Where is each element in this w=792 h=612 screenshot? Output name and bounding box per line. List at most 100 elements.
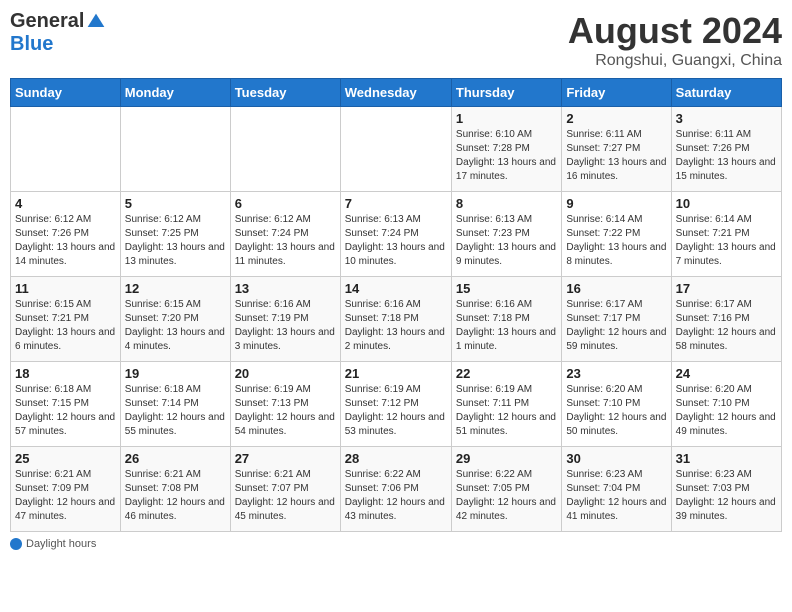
day-number: 15 xyxy=(456,281,557,296)
day-info: Sunrise: 6:17 AM Sunset: 7:17 PM Dayligh… xyxy=(566,298,666,354)
day-info: Sunrise: 6:14 AM Sunset: 7:21 PM Dayligh… xyxy=(676,213,777,269)
calendar-week-row: 18 Sunrise: 6:18 AM Sunset: 7:15 PM Dayli… xyxy=(11,362,782,447)
day-number: 20 xyxy=(235,366,336,381)
day-number: 12 xyxy=(125,281,226,296)
day-number: 29 xyxy=(456,451,557,466)
calendar-cell: 23 Sunrise: 6:20 AM Sunset: 7:10 PM Dayli… xyxy=(562,362,671,447)
day-number: 17 xyxy=(676,281,777,296)
calendar-cell: 20Sunrise: 6:19 AM Sunset: 7:13 PM Dayli… xyxy=(230,362,340,447)
calendar-cell: 15 Sunrise: 6:16 AM Sunset: 7:18 PM Dayli… xyxy=(451,277,561,362)
calendar-cell: 10 Sunrise: 6:14 AM Sunset: 7:21 PM Dayli… xyxy=(671,192,781,277)
calendar-week-row: 1Sunrise: 6:10 AM Sunset: 7:28 PM Daylig… xyxy=(11,107,782,192)
calendar-cell: 3 Sunrise: 6:11 AM Sunset: 7:26 PM Daylig… xyxy=(671,107,781,192)
day-info: Sunrise: 6:16 AM Sunset: 7:19 PM Dayligh… xyxy=(235,298,336,354)
day-number: 25 xyxy=(15,451,116,466)
day-info: Sunrise: 6:18 AM Sunset: 7:14 PM Dayligh… xyxy=(125,383,226,439)
day-number: 8 xyxy=(456,196,557,211)
calendar-cell: 24 Sunrise: 6:20 AM Sunset: 7:10 PM Dayli… xyxy=(671,362,781,447)
calendar-cell: 21Sunrise: 6:19 AM Sunset: 7:12 PM Dayli… xyxy=(340,362,451,447)
day-number: 16 xyxy=(566,281,666,296)
day-info: Sunrise: 6:13 AM Sunset: 7:23 PM Dayligh… xyxy=(456,213,557,269)
calendar-cell: 11 Sunrise: 6:15 AM Sunset: 7:21 PM Dayli… xyxy=(11,277,121,362)
day-info: Sunrise: 6:10 AM Sunset: 7:28 PM Dayligh… xyxy=(456,128,557,184)
day-number: 18 xyxy=(15,366,116,381)
day-info: Sunrise: 6:13 AM Sunset: 7:24 PM Dayligh… xyxy=(345,213,447,269)
day-of-week-header: Tuesday xyxy=(230,79,340,107)
calendar-cell: 26 Sunrise: 6:21 AM Sunset: 7:08 PM Dayli… xyxy=(120,447,230,532)
day-number: 4 xyxy=(15,196,116,211)
footer-label: Daylight hours xyxy=(26,538,96,550)
calendar-cell: 17 Sunrise: 6:17 AM Sunset: 7:16 PM Dayli… xyxy=(671,277,781,362)
calendar-cell: 31Sunrise: 6:23 AM Sunset: 7:03 PM Dayli… xyxy=(671,447,781,532)
calendar-cell: 16 Sunrise: 6:17 AM Sunset: 7:17 PM Dayli… xyxy=(562,277,671,362)
day-of-week-header: Monday xyxy=(120,79,230,107)
day-number: 3 xyxy=(676,111,777,126)
subtitle: Rongshui, Guangxi, China xyxy=(568,52,782,70)
calendar-week-row: 4Sunrise: 6:12 AM Sunset: 7:26 PM Daylig… xyxy=(11,192,782,277)
footer: Daylight hours xyxy=(10,538,782,550)
day-number: 5 xyxy=(125,196,226,211)
calendar-cell xyxy=(120,107,230,192)
day-number: 9 xyxy=(566,196,666,211)
calendar-cell: 2Sunrise: 6:11 AM Sunset: 7:27 PM Daylig… xyxy=(562,107,671,192)
day-number: 23 xyxy=(566,366,666,381)
day-of-week-header: Sunday xyxy=(11,79,121,107)
day-info: Sunrise: 6:20 AM Sunset: 7:10 PM Dayligh… xyxy=(676,383,777,439)
day-number: 7 xyxy=(345,196,447,211)
day-number: 6 xyxy=(235,196,336,211)
day-info: Sunrise: 6:20 AM Sunset: 7:10 PM Dayligh… xyxy=(566,383,666,439)
calendar-cell: 19Sunrise: 6:18 AM Sunset: 7:14 PM Dayli… xyxy=(120,362,230,447)
calendar-cell: 7 Sunrise: 6:13 AM Sunset: 7:24 PM Daylig… xyxy=(340,192,451,277)
day-info: Sunrise: 6:11 AM Sunset: 7:26 PM Dayligh… xyxy=(676,128,777,184)
calendar-cell: 25 Sunrise: 6:21 AM Sunset: 7:09 PM Dayli… xyxy=(11,447,121,532)
day-number: 22 xyxy=(456,366,557,381)
day-info: Sunrise: 6:15 AM Sunset: 7:21 PM Dayligh… xyxy=(15,298,116,354)
day-info: Sunrise: 6:11 AM Sunset: 7:27 PM Dayligh… xyxy=(566,128,666,184)
calendar-week-row: 25 Sunrise: 6:21 AM Sunset: 7:09 PM Dayli… xyxy=(11,447,782,532)
day-info: Sunrise: 6:12 AM Sunset: 7:25 PM Dayligh… xyxy=(125,213,226,269)
footer-dot xyxy=(10,538,22,550)
calendar-cell xyxy=(230,107,340,192)
day-info: Sunrise: 6:14 AM Sunset: 7:22 PM Dayligh… xyxy=(566,213,666,269)
day-number: 11 xyxy=(15,281,116,296)
calendar-cell: 6 Sunrise: 6:12 AM Sunset: 7:24 PM Daylig… xyxy=(230,192,340,277)
calendar-cell: 1Sunrise: 6:10 AM Sunset: 7:28 PM Daylig… xyxy=(451,107,561,192)
day-info: Sunrise: 6:21 AM Sunset: 7:07 PM Dayligh… xyxy=(235,468,336,524)
day-info: Sunrise: 6:17 AM Sunset: 7:16 PM Dayligh… xyxy=(676,298,777,354)
day-of-week-header: Thursday xyxy=(451,79,561,107)
day-info: Sunrise: 6:16 AM Sunset: 7:18 PM Dayligh… xyxy=(345,298,447,354)
day-info: Sunrise: 6:15 AM Sunset: 7:20 PM Dayligh… xyxy=(125,298,226,354)
day-info: Sunrise: 6:12 AM Sunset: 7:24 PM Dayligh… xyxy=(235,213,336,269)
calendar-cell: 28Sunrise: 6:22 AM Sunset: 7:06 PM Dayli… xyxy=(340,447,451,532)
day-info: Sunrise: 6:19 AM Sunset: 7:11 PM Dayligh… xyxy=(456,383,557,439)
calendar-week-row: 11 Sunrise: 6:15 AM Sunset: 7:21 PM Dayli… xyxy=(11,277,782,362)
day-info: Sunrise: 6:22 AM Sunset: 7:05 PM Dayligh… xyxy=(456,468,557,524)
logo-blue-text: Blue xyxy=(10,33,53,56)
day-number: 30 xyxy=(566,451,666,466)
day-info: Sunrise: 6:16 AM Sunset: 7:18 PM Dayligh… xyxy=(456,298,557,354)
calendar-cell: 22 Sunrise: 6:19 AM Sunset: 7:11 PM Dayli… xyxy=(451,362,561,447)
calendar-cell: 5 Sunrise: 6:12 AM Sunset: 7:25 PM Daylig… xyxy=(120,192,230,277)
calendar-cell: 30Sunrise: 6:23 AM Sunset: 7:04 PM Dayli… xyxy=(562,447,671,532)
day-number: 10 xyxy=(676,196,777,211)
day-of-week-header: Saturday xyxy=(671,79,781,107)
day-info: Sunrise: 6:18 AM Sunset: 7:15 PM Dayligh… xyxy=(15,383,116,439)
day-number: 28 xyxy=(345,451,447,466)
calendar-cell xyxy=(340,107,451,192)
main-title: August 2024 xyxy=(568,10,782,52)
calendar-cell: 27Sunrise: 6:21 AM Sunset: 7:07 PM Dayli… xyxy=(230,447,340,532)
day-number: 26 xyxy=(125,451,226,466)
calendar-cell: 13 Sunrise: 6:16 AM Sunset: 7:19 PM Dayli… xyxy=(230,277,340,362)
calendar-cell: 9 Sunrise: 6:14 AM Sunset: 7:22 PM Daylig… xyxy=(562,192,671,277)
calendar-cell: 4Sunrise: 6:12 AM Sunset: 7:26 PM Daylig… xyxy=(11,192,121,277)
day-number: 13 xyxy=(235,281,336,296)
day-of-week-header: Wednesday xyxy=(340,79,451,107)
day-number: 24 xyxy=(676,366,777,381)
logo-icon xyxy=(86,12,106,32)
day-info: Sunrise: 6:21 AM Sunset: 7:08 PM Dayligh… xyxy=(125,468,226,524)
day-info: Sunrise: 6:23 AM Sunset: 7:03 PM Dayligh… xyxy=(676,468,777,524)
day-info: Sunrise: 6:19 AM Sunset: 7:12 PM Dayligh… xyxy=(345,383,447,439)
calendar-cell xyxy=(11,107,121,192)
logo: General Blue xyxy=(10,10,106,56)
day-info: Sunrise: 6:21 AM Sunset: 7:09 PM Dayligh… xyxy=(15,468,116,524)
